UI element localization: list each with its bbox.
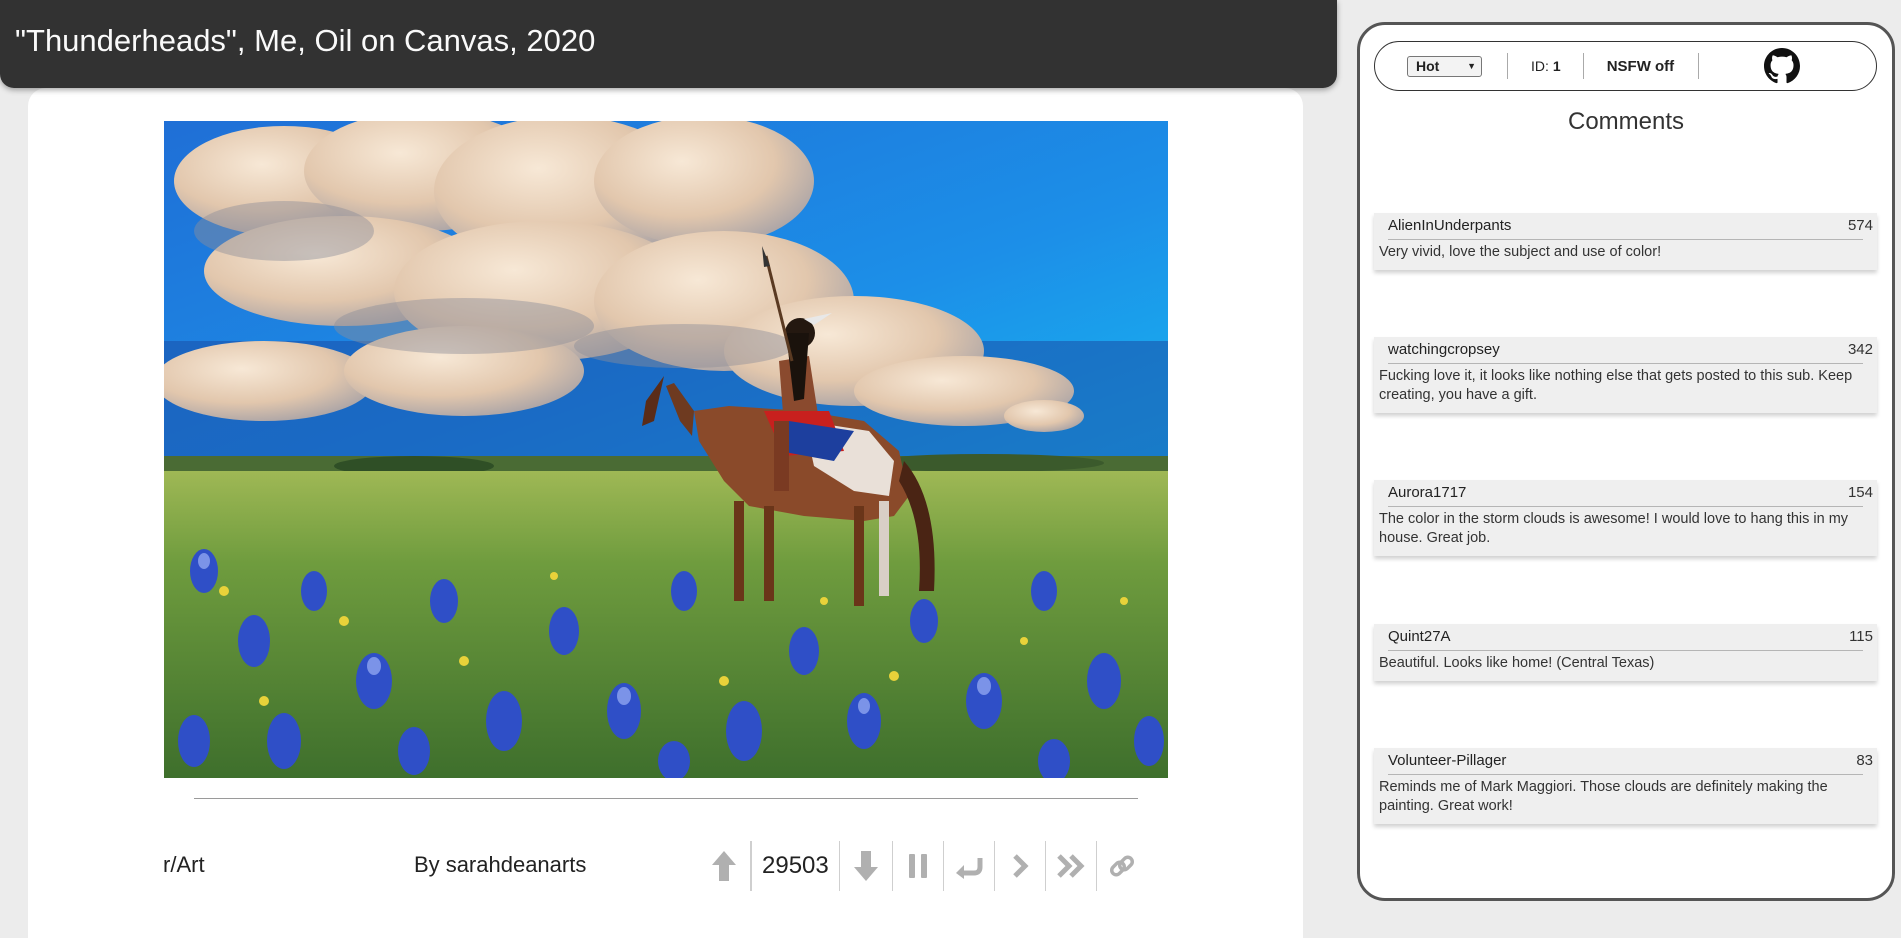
double-chevron-right-icon — [1056, 854, 1085, 878]
author-prefix: By — [414, 852, 440, 877]
comment-text: The color in the storm clouds is awesome… — [1379, 511, 1849, 546]
skip-button[interactable] — [1046, 841, 1097, 891]
comment-author[interactable]: Quint27A — [1388, 628, 1451, 645]
arrow-up-icon — [712, 851, 736, 881]
pause-icon — [908, 854, 927, 878]
side-panel: Hot ▼ ID: 1 NSFW off Comments AlienInUnde… — [1357, 22, 1895, 901]
comment-header: Quint27A 115 — [1388, 624, 1873, 651]
comment-text: Fucking love it, it looks like nothing e… — [1379, 368, 1853, 403]
upvote-button[interactable] — [698, 841, 751, 891]
comment-author[interactable]: AlienInUnderpants — [1388, 217, 1511, 234]
comment-score: 115 — [1849, 628, 1873, 645]
comments-heading: Comments — [1567, 108, 1685, 135]
comment-header: AlienInUnderpants 574 — [1388, 213, 1873, 240]
chevron-right-icon — [1012, 854, 1029, 878]
sort-value: Hot — [1416, 58, 1440, 74]
author-name: sarahdeanarts — [445, 852, 587, 877]
painting-image — [164, 121, 1168, 778]
comment-header: watchingcropsey 342 — [1388, 337, 1873, 364]
dropdown-arrow-icon: ▼ — [1467, 61, 1476, 71]
post-score: 29503 — [751, 841, 840, 891]
arrow-down-icon — [853, 851, 878, 881]
nsfw-toggle[interactable]: NSFW off — [1607, 58, 1674, 75]
comment-card: AlienInUnderpants 574 Very vivid, love t… — [1374, 213, 1877, 270]
id-value: 1 — [1552, 58, 1561, 74]
post-controls: 29503 — [698, 835, 1147, 897]
undo-icon — [955, 858, 983, 879]
comment-score: 83 — [1856, 752, 1873, 769]
divider — [194, 798, 1138, 799]
comment-score: 574 — [1847, 217, 1873, 234]
comment-card: Volunteer-Pillager 83 Reminds me of Mark… — [1374, 748, 1877, 824]
post-id: ID: 1 — [1531, 58, 1561, 74]
post-card: r/Art By sarahdeanarts 29503 — [28, 88, 1303, 938]
comment-card: Aurora1717 154 The color in the storm cl… — [1374, 480, 1877, 556]
comment-card: watchingcropsey 342 Fucking love it, it … — [1374, 337, 1877, 413]
author-info[interactable]: By sarahdeanarts — [414, 843, 586, 887]
comment-author[interactable]: watchingcropsey — [1388, 341, 1500, 358]
comment-text: Reminds me of Mark Maggiori. Those cloud… — [1379, 779, 1828, 814]
toolbar-divider — [1582, 53, 1584, 79]
toolbar-divider — [1507, 53, 1508, 79]
undo-button[interactable] — [944, 841, 995, 891]
subreddit-link[interactable]: r/Art — [163, 843, 205, 887]
comment-score: 342 — [1847, 341, 1873, 358]
link-icon — [1109, 855, 1134, 877]
comment-text: Beautiful. Looks like home! (Central Tex… — [1379, 655, 1655, 671]
title-bar: "Thunderheads", Me, Oil on Canvas, 2020 — [0, 0, 1337, 88]
comment-text: Very vivid, love the subject and use of … — [1379, 244, 1662, 260]
sort-select[interactable]: Hot ▼ — [1407, 55, 1482, 77]
comment-header: Volunteer-Pillager 83 — [1388, 748, 1873, 775]
post-title: "Thunderheads", Me, Oil on Canvas, 2020 — [15, 23, 596, 58]
downvote-button[interactable] — [840, 841, 893, 891]
github-icon[interactable] — [1764, 48, 1801, 84]
comment-header: Aurora1717 154 — [1388, 480, 1873, 507]
toolbar: Hot ▼ ID: 1 NSFW off — [1374, 41, 1877, 91]
comment-author[interactable]: Volunteer-Pillager — [1388, 752, 1506, 769]
toolbar-divider — [1698, 53, 1700, 79]
id-label: ID: — [1531, 58, 1549, 74]
comment-card: Quint27A 115 Beautiful. Looks like home!… — [1374, 624, 1877, 681]
link-button[interactable] — [1097, 841, 1147, 891]
comment-author[interactable]: Aurora1717 — [1388, 484, 1466, 501]
next-button[interactable] — [995, 841, 1046, 891]
comment-score: 154 — [1847, 484, 1873, 501]
pause-button[interactable] — [893, 841, 944, 891]
